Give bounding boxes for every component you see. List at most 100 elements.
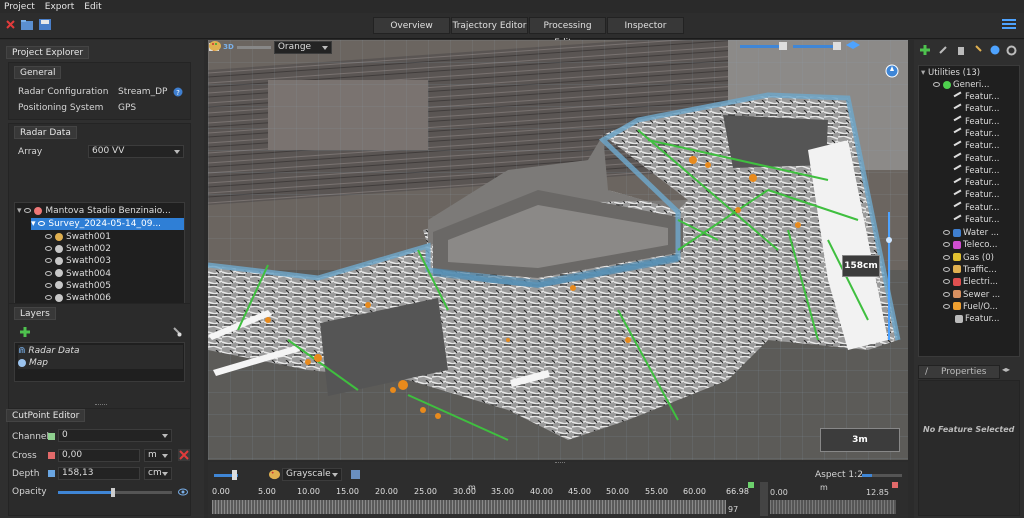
tab-scroll-arrows[interactable]: ◂▸ bbox=[1002, 365, 1020, 379]
utility-feature[interactable]: Featur... bbox=[953, 164, 999, 177]
swath-icon bbox=[55, 281, 63, 290]
utility-feature[interactable]: Featur... bbox=[953, 140, 999, 152]
info-icon[interactable]: ? bbox=[173, 87, 183, 97]
eye-icon[interactable] bbox=[943, 266, 950, 272]
eye-icon[interactable] bbox=[45, 246, 52, 252]
utility-category[interactable]: Gas (0) bbox=[943, 252, 994, 264]
category-label: Teleco... bbox=[963, 240, 998, 251]
eye-icon[interactable] bbox=[45, 270, 52, 276]
gain-slider-handle[interactable] bbox=[232, 470, 237, 480]
utility-category[interactable]: Traffic... bbox=[943, 264, 997, 276]
tree-swath[interactable]: Swath002 bbox=[45, 243, 111, 255]
eye-icon[interactable] bbox=[45, 258, 52, 264]
layer-radar-data[interactable]: ⋒ Radar Data bbox=[18, 345, 183, 357]
utility-feature[interactable]: Featur... bbox=[953, 115, 999, 128]
brush-icon[interactable] bbox=[974, 45, 984, 55]
eye-icon[interactable] bbox=[45, 234, 52, 239]
hamburger-menu-icon[interactable] bbox=[1002, 19, 1016, 31]
utility-category[interactable]: Teleco... bbox=[943, 239, 997, 251]
utility-category[interactable]: Sewer ... bbox=[943, 289, 1000, 301]
eye-icon[interactable] bbox=[178, 488, 188, 496]
eye-icon[interactable] bbox=[943, 279, 950, 285]
layer-view-icon[interactable] bbox=[778, 41, 788, 51]
tree-swath[interactable]: Swath004 bbox=[45, 268, 111, 280]
utility-category[interactable]: Electri... bbox=[943, 276, 998, 288]
grid-view-icon[interactable] bbox=[832, 41, 842, 51]
cross-section-strip[interactable] bbox=[770, 500, 896, 514]
add-layer-icon[interactable] bbox=[20, 327, 30, 337]
menu-project[interactable]: Project bbox=[4, 2, 35, 12]
colormap-select[interactable]: Orange bbox=[273, 40, 332, 54]
utility-feature[interactable]: Featur... bbox=[953, 152, 999, 165]
cut-icon[interactable] bbox=[178, 449, 190, 461]
feature-label: Featur... bbox=[965, 178, 1000, 189]
3d-viewport[interactable]: 2D 3D Orange 158cm 3m bbox=[208, 40, 908, 460]
opacity-slider[interactable] bbox=[58, 488, 172, 497]
tab-inspector[interactable]: Inspector bbox=[607, 17, 684, 34]
tree-swath[interactable]: Swath005 bbox=[45, 280, 111, 292]
channel-select[interactable]: 0 bbox=[58, 429, 172, 442]
tree-swath[interactable]: Swath003 bbox=[45, 255, 111, 267]
utility-feature[interactable]: Featur... bbox=[953, 214, 999, 226]
category-label: Gas (0) bbox=[963, 252, 994, 263]
palette-icon[interactable] bbox=[268, 469, 281, 480]
layers-list[interactable]: ⋒ Radar Data Map bbox=[14, 342, 185, 382]
utility-generic[interactable]: Generi... bbox=[933, 79, 989, 91]
utility-feature[interactable]: Featur... bbox=[953, 177, 1000, 189]
radargram-strip[interactable] bbox=[212, 500, 726, 514]
utility-feature[interactable]: Featur... bbox=[953, 189, 999, 201]
array-select[interactable]: 600 VV bbox=[88, 145, 184, 158]
save-icon[interactable] bbox=[38, 18, 52, 31]
utility-category[interactable]: Featur... bbox=[955, 313, 999, 325]
settings-icon[interactable] bbox=[1006, 45, 1017, 56]
utility-category[interactable]: Water ... bbox=[943, 227, 999, 239]
utility-feature[interactable]: Featur... bbox=[953, 91, 999, 103]
menu-export[interactable]: Export bbox=[45, 2, 74, 12]
utility-feature[interactable]: Featur... bbox=[953, 127, 999, 140]
compass-icon[interactable] bbox=[885, 64, 899, 78]
tab-properties[interactable]: / Properties bbox=[918, 365, 1000, 379]
utility-category[interactable]: Fuel/O... bbox=[943, 301, 998, 313]
grayscale-select[interactable]: Grayscale bbox=[282, 468, 342, 481]
close-icon[interactable] bbox=[4, 18, 18, 31]
depth-input[interactable]: 158,13 bbox=[58, 467, 140, 480]
layer-icon[interactable] bbox=[350, 469, 361, 480]
eye-icon[interactable] bbox=[45, 295, 52, 300]
add-utility-icon[interactable] bbox=[920, 45, 930, 55]
tab-overview[interactable]: Overview bbox=[373, 17, 450, 34]
utility-feature[interactable]: Featur... bbox=[953, 201, 999, 214]
colormap-slider[interactable] bbox=[236, 45, 271, 49]
cross-unit-select[interactable]: m bbox=[144, 449, 172, 462]
globe-icon[interactable] bbox=[990, 45, 1000, 55]
vertical-scrollbar[interactable] bbox=[760, 482, 768, 516]
utilities-root[interactable]: ▾ Utilities (13) bbox=[921, 67, 980, 79]
layer-map[interactable]: Map bbox=[18, 357, 183, 369]
link-icon[interactable] bbox=[938, 45, 948, 55]
tab-trajectory-editor[interactable]: Trajectory Editor bbox=[451, 17, 528, 34]
utility-feature[interactable]: Featur... bbox=[953, 103, 999, 115]
eye-icon[interactable] bbox=[943, 230, 950, 235]
layers-stack-icon[interactable] bbox=[845, 40, 861, 52]
depth-unit-select[interactable]: cm bbox=[144, 467, 172, 480]
tab-processing-editor[interactable]: Processing Editor bbox=[529, 17, 606, 48]
tree-project[interactable]: ▾ Mantova Stadio Benzinaio... bbox=[17, 205, 171, 217]
trash-icon[interactable] bbox=[956, 45, 966, 55]
tree-swath[interactable]: Swath001 bbox=[45, 231, 111, 243]
eye-icon[interactable] bbox=[943, 242, 950, 248]
tree-survey[interactable]: ▾ Survey_2024-05-14_09... bbox=[31, 218, 184, 230]
utilities-tree[interactable]: ▾ Utilities (13) Generi... Featur... Feat… bbox=[918, 65, 1020, 357]
eye-icon[interactable] bbox=[943, 291, 950, 297]
eye-icon[interactable] bbox=[943, 303, 950, 309]
opacity-slider-handle[interactable] bbox=[111, 488, 115, 497]
menu-edit[interactable]: Edit bbox=[84, 2, 101, 12]
cross-input[interactable]: 0,00 bbox=[58, 449, 140, 462]
eye-icon[interactable] bbox=[45, 282, 52, 288]
splitter[interactable] bbox=[555, 462, 565, 464]
eye-icon[interactable] bbox=[943, 254, 950, 260]
palette-icon[interactable] bbox=[208, 40, 222, 52]
brush-icon[interactable] bbox=[172, 327, 182, 337]
open-folder-icon[interactable] bbox=[20, 18, 34, 31]
splitter[interactable] bbox=[95, 299, 107, 301]
aspect-slider[interactable] bbox=[862, 474, 902, 477]
splitter[interactable] bbox=[95, 404, 107, 406]
